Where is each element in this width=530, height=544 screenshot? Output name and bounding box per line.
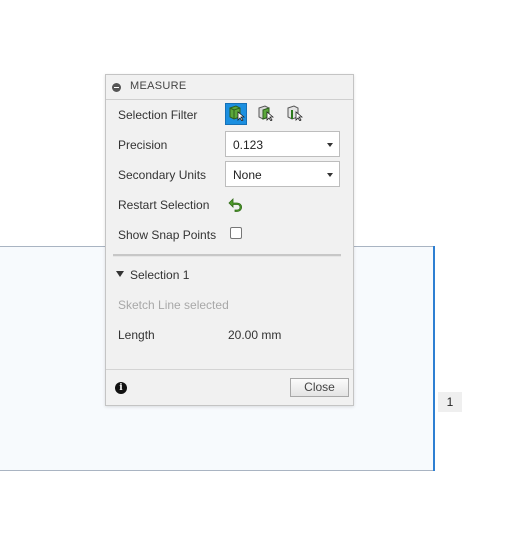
precision-select[interactable]: 0.123 [225, 131, 340, 157]
length-label: Length [118, 328, 155, 342]
restart-selection-label: Restart Selection [118, 198, 210, 212]
secondary-units-value: None [233, 168, 262, 182]
divider [113, 254, 341, 257]
restart-selection-icon[interactable] [227, 195, 245, 213]
secondary-units-select[interactable]: None [225, 161, 340, 187]
secondary-units-label: Secondary Units [118, 168, 207, 182]
dimension-label[interactable]: 1 [438, 392, 462, 412]
select-body-icon [227, 103, 246, 126]
measure-panel: MEASURE Selection Filter Precision 0.123… [105, 74, 354, 406]
panel-header: MEASURE [106, 75, 353, 100]
selection-filter-label: Selection Filter [118, 108, 198, 122]
info-icon[interactable]: i [115, 382, 127, 394]
panel-title: MEASURE [130, 80, 187, 92]
select-face-button[interactable] [254, 103, 276, 125]
selection-status: Sketch Line selected [118, 298, 229, 312]
select-edge-icon [285, 103, 304, 126]
collapse-icon[interactable] [112, 83, 121, 92]
select-body-button[interactable] [225, 103, 247, 125]
chevron-down-icon [327, 173, 333, 177]
viewport-canvas[interactable]: 1 MEASURE Selection Filter Precision 0.1… [0, 0, 530, 544]
show-snap-points-checkbox[interactable] [230, 227, 242, 239]
select-face-icon [256, 103, 275, 126]
precision-value: 0.123 [233, 138, 264, 152]
caret-down-icon[interactable] [116, 271, 124, 277]
footer-divider [106, 369, 353, 370]
chevron-down-icon [327, 143, 333, 147]
close-button[interactable]: Close [290, 378, 349, 397]
select-edge-button[interactable] [283, 103, 305, 125]
length-value: 20.00 mm [228, 328, 282, 342]
precision-label: Precision [118, 138, 168, 152]
show-snap-points-label: Show Snap Points [118, 228, 217, 242]
selected-sketch-line[interactable] [433, 246, 435, 471]
selection-section-title[interactable]: Selection 1 [130, 268, 189, 282]
